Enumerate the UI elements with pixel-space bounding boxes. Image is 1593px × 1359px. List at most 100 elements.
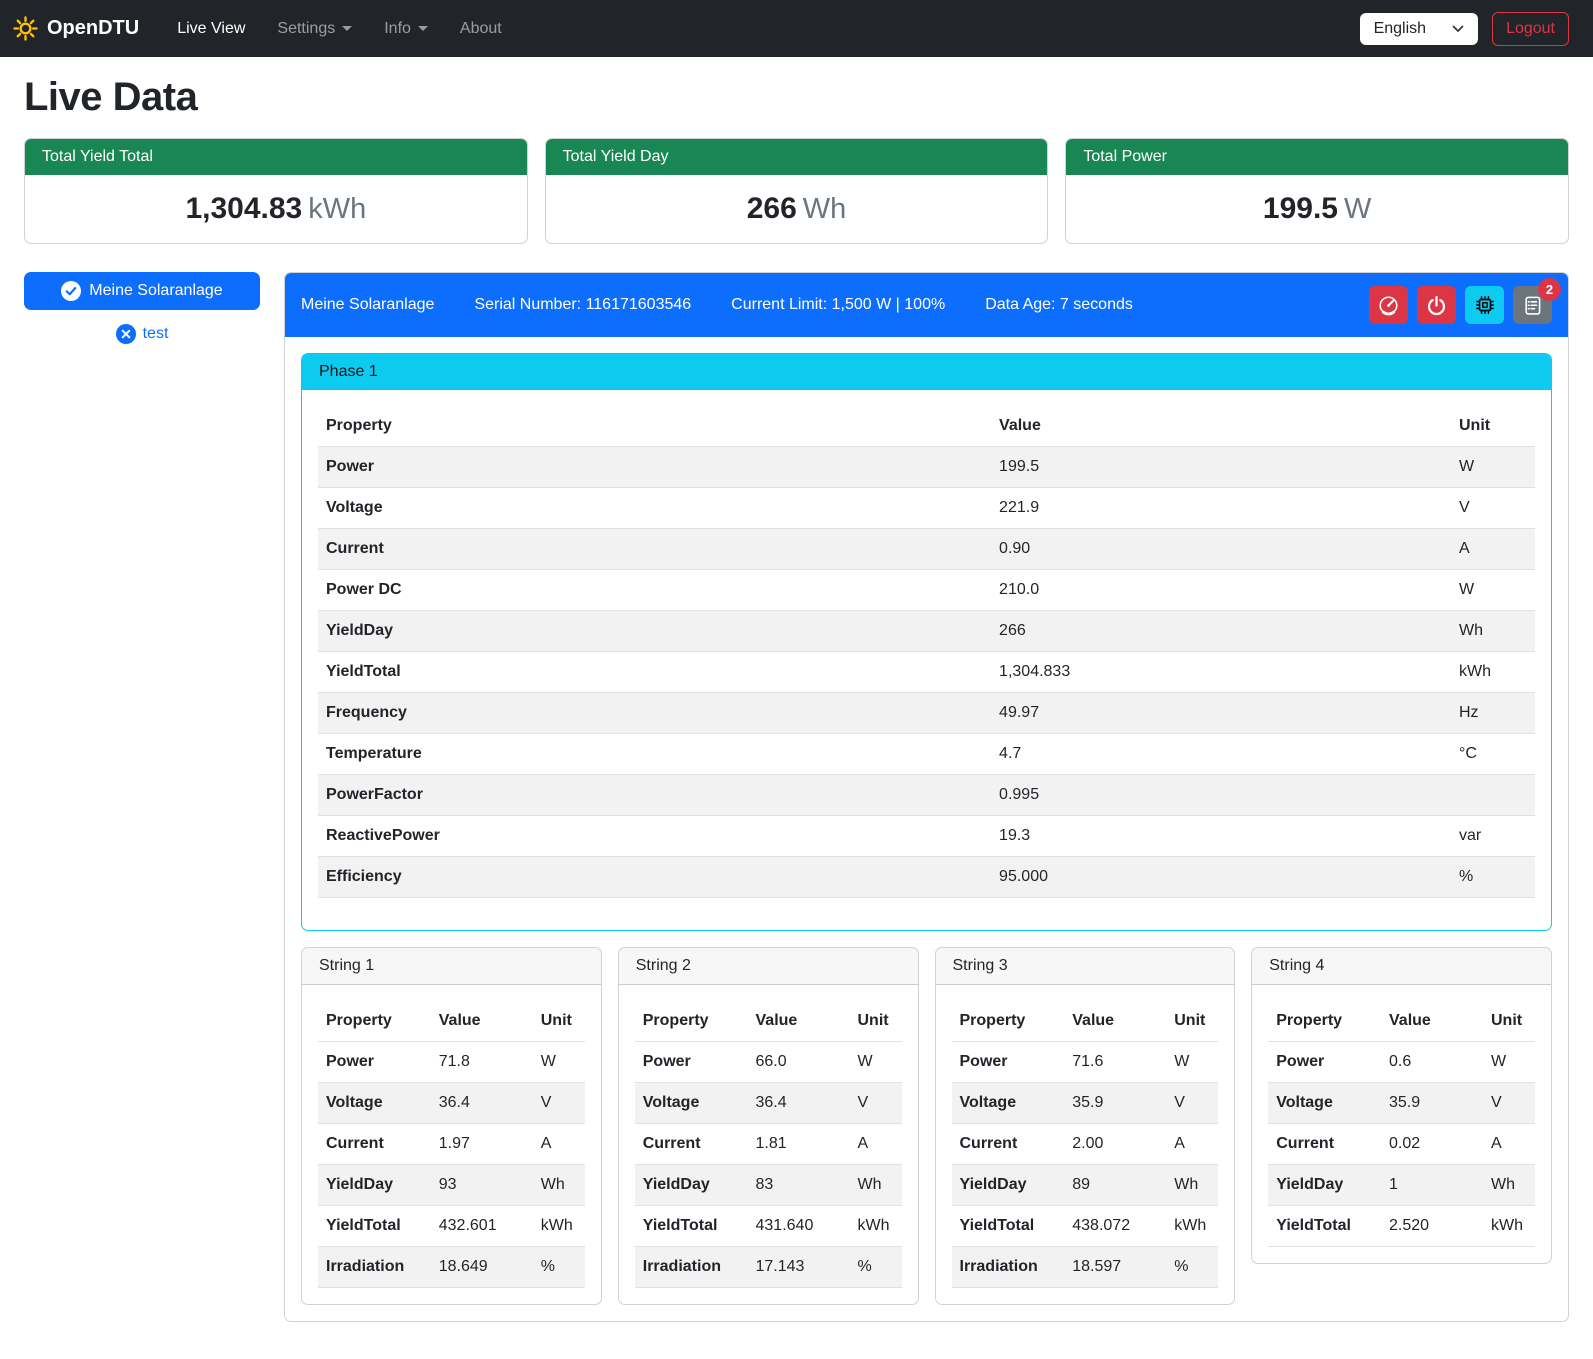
string-3-table: Property Value Unit Power71.6WVoltage35.…	[952, 1001, 1219, 1288]
unit-cell: var	[1443, 816, 1535, 857]
string-3-card: String 3 Property Value Unit	[935, 947, 1236, 1305]
property-cell: Frequency	[318, 693, 991, 734]
value-cell: 66.0	[748, 1042, 844, 1083]
total-power-unit: W	[1344, 193, 1371, 225]
column-header-value: Value	[1064, 1001, 1160, 1042]
nav-item-about[interactable]: About	[446, 12, 516, 46]
property-cell: Current	[1268, 1124, 1381, 1165]
string-title: String 3	[936, 948, 1235, 985]
inverter-select-button-test[interactable]: test	[24, 324, 260, 344]
table-row: Current0.02A	[1268, 1124, 1535, 1165]
property-cell: YieldDay	[318, 1165, 431, 1206]
value-cell: 266	[991, 611, 1443, 652]
unit-cell: V	[844, 1083, 902, 1124]
unit-cell: A	[1160, 1124, 1218, 1165]
summary-cards-row: Total Yield Total 1,304.83kWh Total Yiel…	[24, 138, 1569, 244]
property-cell: YieldTotal	[1268, 1206, 1381, 1247]
total-power-value: 199.5	[1263, 192, 1338, 225]
column-header-unit: Unit	[1477, 1001, 1535, 1042]
value-cell: 0.02	[1381, 1124, 1477, 1165]
nav-item-live-view[interactable]: Live View	[163, 12, 259, 46]
speedometer-icon	[1378, 295, 1399, 316]
table-row: Current1.97A	[318, 1124, 585, 1165]
unit-cell: A	[844, 1124, 902, 1165]
property-cell: Temperature	[318, 734, 991, 775]
value-cell: 1.97	[431, 1124, 527, 1165]
property-cell: Power	[952, 1042, 1065, 1083]
value-cell: 35.9	[1064, 1083, 1160, 1124]
table-row: YieldDay93Wh	[318, 1165, 585, 1206]
device-info-button[interactable]	[1465, 286, 1504, 324]
unit-cell: V	[1477, 1083, 1535, 1124]
event-log-button[interactable]: 2	[1513, 286, 1552, 324]
unit-cell: W	[1477, 1042, 1535, 1083]
total-yield-day-value: 266	[747, 192, 797, 225]
total-power-card: Total Power 199.5W	[1065, 138, 1569, 244]
logout-button[interactable]: Logout	[1492, 12, 1569, 46]
power-control-button[interactable]	[1417, 286, 1456, 324]
language-select[interactable]: English	[1360, 13, 1478, 45]
table-row: PowerFactor0.995	[318, 775, 1535, 816]
property-cell: Current	[318, 529, 991, 570]
property-cell: Irradiation	[635, 1247, 748, 1288]
table-row: Voltage35.9V	[1268, 1083, 1535, 1124]
column-header-property: Property	[318, 406, 991, 447]
value-cell: 199.5	[991, 447, 1443, 488]
nav-items: Live View Settings Info About	[163, 12, 1359, 46]
unit-cell: Wh	[1443, 611, 1535, 652]
card-title: Total Power	[1066, 139, 1568, 175]
chevron-down-icon	[1452, 25, 1464, 33]
unit-cell: A	[1477, 1124, 1535, 1165]
cpu-icon	[1474, 294, 1496, 316]
limit-settings-button[interactable]	[1369, 286, 1408, 324]
table-row: YieldDay1Wh	[1268, 1165, 1535, 1206]
unit-cell: A	[1443, 529, 1535, 570]
column-header-unit: Unit	[844, 1001, 902, 1042]
brand[interactable]: OpenDTU	[12, 15, 139, 42]
unit-cell: Wh	[844, 1165, 902, 1206]
table-row: Voltage36.4V	[635, 1083, 902, 1124]
inverter-card: Meine Solaranlage Serial Number: 1161716…	[284, 272, 1569, 1322]
table-row: ReactivePower19.3var	[318, 816, 1535, 857]
value-cell: 1.81	[748, 1124, 844, 1165]
dropdown-caret-icon	[418, 26, 428, 31]
table-row: YieldDay89Wh	[952, 1165, 1219, 1206]
string-1-card: String 1 Property Value Unit	[301, 947, 602, 1305]
property-cell: Voltage	[318, 1083, 431, 1124]
unit-cell: W	[527, 1042, 585, 1083]
unit-cell: A	[527, 1124, 585, 1165]
table-row: Irradiation18.597%	[952, 1247, 1219, 1288]
unit-cell: Hz	[1443, 693, 1535, 734]
value-cell: 89	[1064, 1165, 1160, 1206]
property-cell: Power DC	[318, 570, 991, 611]
x-circle-icon	[116, 324, 136, 344]
column-header-property: Property	[952, 1001, 1065, 1042]
property-cell: YieldDay	[318, 611, 991, 652]
unit-cell: %	[844, 1247, 902, 1288]
language-selected-label: English	[1374, 20, 1426, 38]
inverter-select-button-meine-solaranlage[interactable]: Meine Solaranlage	[24, 272, 260, 310]
value-cell: 93	[431, 1165, 527, 1206]
unit-cell: Wh	[527, 1165, 585, 1206]
column-header-value: Value	[991, 406, 1443, 447]
value-cell: 432.601	[431, 1206, 527, 1247]
unit-cell: %	[527, 1247, 585, 1288]
column-header-value: Value	[431, 1001, 527, 1042]
unit-cell: %	[1443, 857, 1535, 898]
property-cell: Irradiation	[318, 1247, 431, 1288]
unit-cell: kWh	[1477, 1206, 1535, 1247]
unit-cell: V	[1443, 488, 1535, 529]
nav-item-settings[interactable]: Settings	[263, 12, 366, 46]
inverter-data-age: Data Age: 7 seconds	[985, 296, 1133, 314]
string-1-table: Property Value Unit Power71.8WVoltage36.…	[318, 1001, 585, 1288]
inverter-current-limit: Current Limit: 1,500 W | 100%	[731, 296, 945, 314]
column-header-property: Property	[318, 1001, 431, 1042]
table-row: Voltage221.9V	[318, 488, 1535, 529]
property-cell: Efficiency	[318, 857, 991, 898]
value-cell: 1,304.833	[991, 652, 1443, 693]
table-row: YieldTotal438.072kWh	[952, 1206, 1219, 1247]
property-cell: Current	[318, 1124, 431, 1165]
nav-item-info[interactable]: Info	[370, 12, 442, 46]
string-2-card: String 2 Property Value Unit	[618, 947, 919, 1305]
value-cell: 2.520	[1381, 1206, 1477, 1247]
